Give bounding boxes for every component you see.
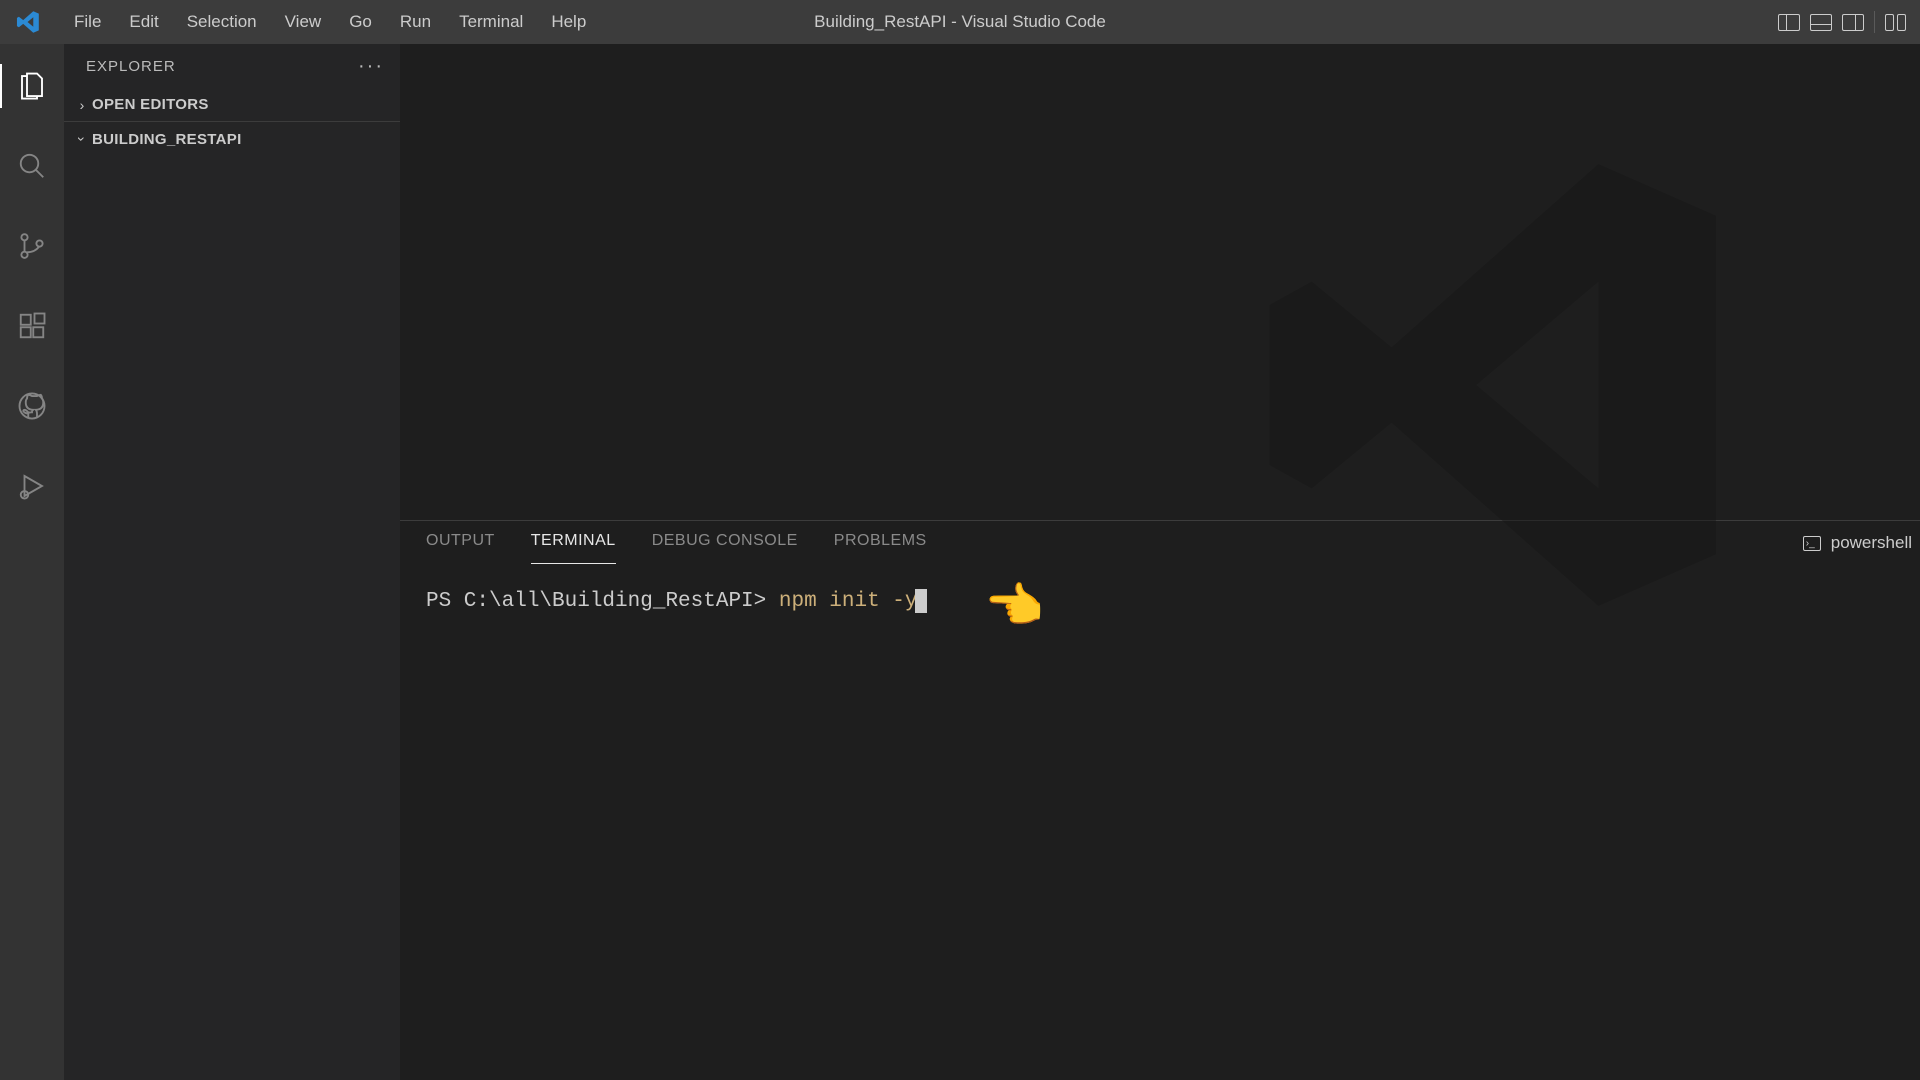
search-icon <box>17 151 47 181</box>
title-bar: File Edit Selection View Go Run Terminal… <box>0 0 1920 44</box>
activity-bar <box>0 44 64 1080</box>
vscode-logo-icon <box>16 10 40 34</box>
activity-run-debug[interactable] <box>0 458 64 514</box>
activity-explorer[interactable] <box>0 58 64 114</box>
customize-layout-icon[interactable] <box>1885 14 1906 31</box>
panel-tabs: OUTPUT TERMINAL DEBUG CONSOLE PROBLEMS ›… <box>400 521 1920 565</box>
terminal-shell-label: powershell <box>1831 533 1912 553</box>
workbench: EXPLORER ··· › OPEN EDITORS › BUILDING_R… <box>0 44 1920 1080</box>
menu-terminal[interactable]: Terminal <box>445 0 537 44</box>
terminal-cursor <box>915 589 927 613</box>
editor-empty <box>400 44 1920 520</box>
chevron-down-icon: › <box>74 129 90 149</box>
project-folder-section[interactable]: › BUILDING_RESTAPI <box>64 122 400 156</box>
layout-divider <box>1874 11 1875 33</box>
menu-bar: File Edit Selection View Go Run Terminal… <box>60 0 600 44</box>
sidebar-title: EXPLORER <box>86 58 176 75</box>
terminal-prompt: PS C:\all\Building_RestAPI> <box>426 590 779 613</box>
menu-selection[interactable]: Selection <box>173 0 271 44</box>
tab-terminal[interactable]: TERMINAL <box>531 532 616 554</box>
source-control-icon <box>17 231 47 261</box>
menu-run[interactable]: Run <box>386 0 445 44</box>
menu-help[interactable]: Help <box>537 0 600 44</box>
files-icon <box>17 71 47 101</box>
menu-edit[interactable]: Edit <box>115 0 172 44</box>
extensions-icon <box>17 311 47 341</box>
menu-view[interactable]: View <box>271 0 336 44</box>
sidebar-explorer: EXPLORER ··· › OPEN EDITORS › BUILDING_R… <box>64 44 400 1080</box>
toggle-secondary-sidebar-icon[interactable] <box>1842 14 1864 31</box>
toggle-primary-sidebar-icon[interactable] <box>1778 14 1800 31</box>
terminal-shell-selector[interactable]: ›_ powershell <box>1803 533 1912 553</box>
terminal-shell-icon: ›_ <box>1803 536 1821 551</box>
bottom-panel: OUTPUT TERMINAL DEBUG CONSOLE PROBLEMS ›… <box>400 520 1920 1080</box>
tab-problems[interactable]: PROBLEMS <box>834 532 927 554</box>
menu-file[interactable]: File <box>60 0 115 44</box>
sidebar-header: EXPLORER ··· <box>64 44 400 88</box>
tab-debug-console[interactable]: DEBUG CONSOLE <box>652 532 798 554</box>
chevron-right-icon: › <box>72 97 92 113</box>
github-icon <box>17 391 47 421</box>
terminal-body[interactable]: PS C:\all\Building_RestAPI> npm init -y … <box>400 565 1920 1080</box>
pointing-hand-annotation-icon: 👉 <box>986 577 1046 637</box>
debug-icon <box>17 471 47 501</box>
window-title: Building_RestAPI - Visual Studio Code <box>814 12 1106 32</box>
open-editors-label: OPEN EDITORS <box>92 96 209 113</box>
activity-source-control[interactable] <box>0 218 64 274</box>
menu-go[interactable]: Go <box>335 0 386 44</box>
open-editors-section[interactable]: › OPEN EDITORS <box>64 88 400 122</box>
editor-area: OUTPUT TERMINAL DEBUG CONSOLE PROBLEMS ›… <box>400 44 1920 1080</box>
layout-controls <box>1778 11 1906 33</box>
sidebar-more-icon[interactable]: ··· <box>358 55 384 78</box>
toggle-panel-icon[interactable] <box>1810 14 1832 31</box>
activity-github[interactable] <box>0 378 64 434</box>
project-folder-label: BUILDING_RESTAPI <box>92 131 242 148</box>
activity-extensions[interactable] <box>0 298 64 354</box>
tab-output[interactable]: OUTPUT <box>426 532 495 554</box>
activity-search[interactable] <box>0 138 64 194</box>
terminal-command: npm init -y <box>779 590 918 613</box>
